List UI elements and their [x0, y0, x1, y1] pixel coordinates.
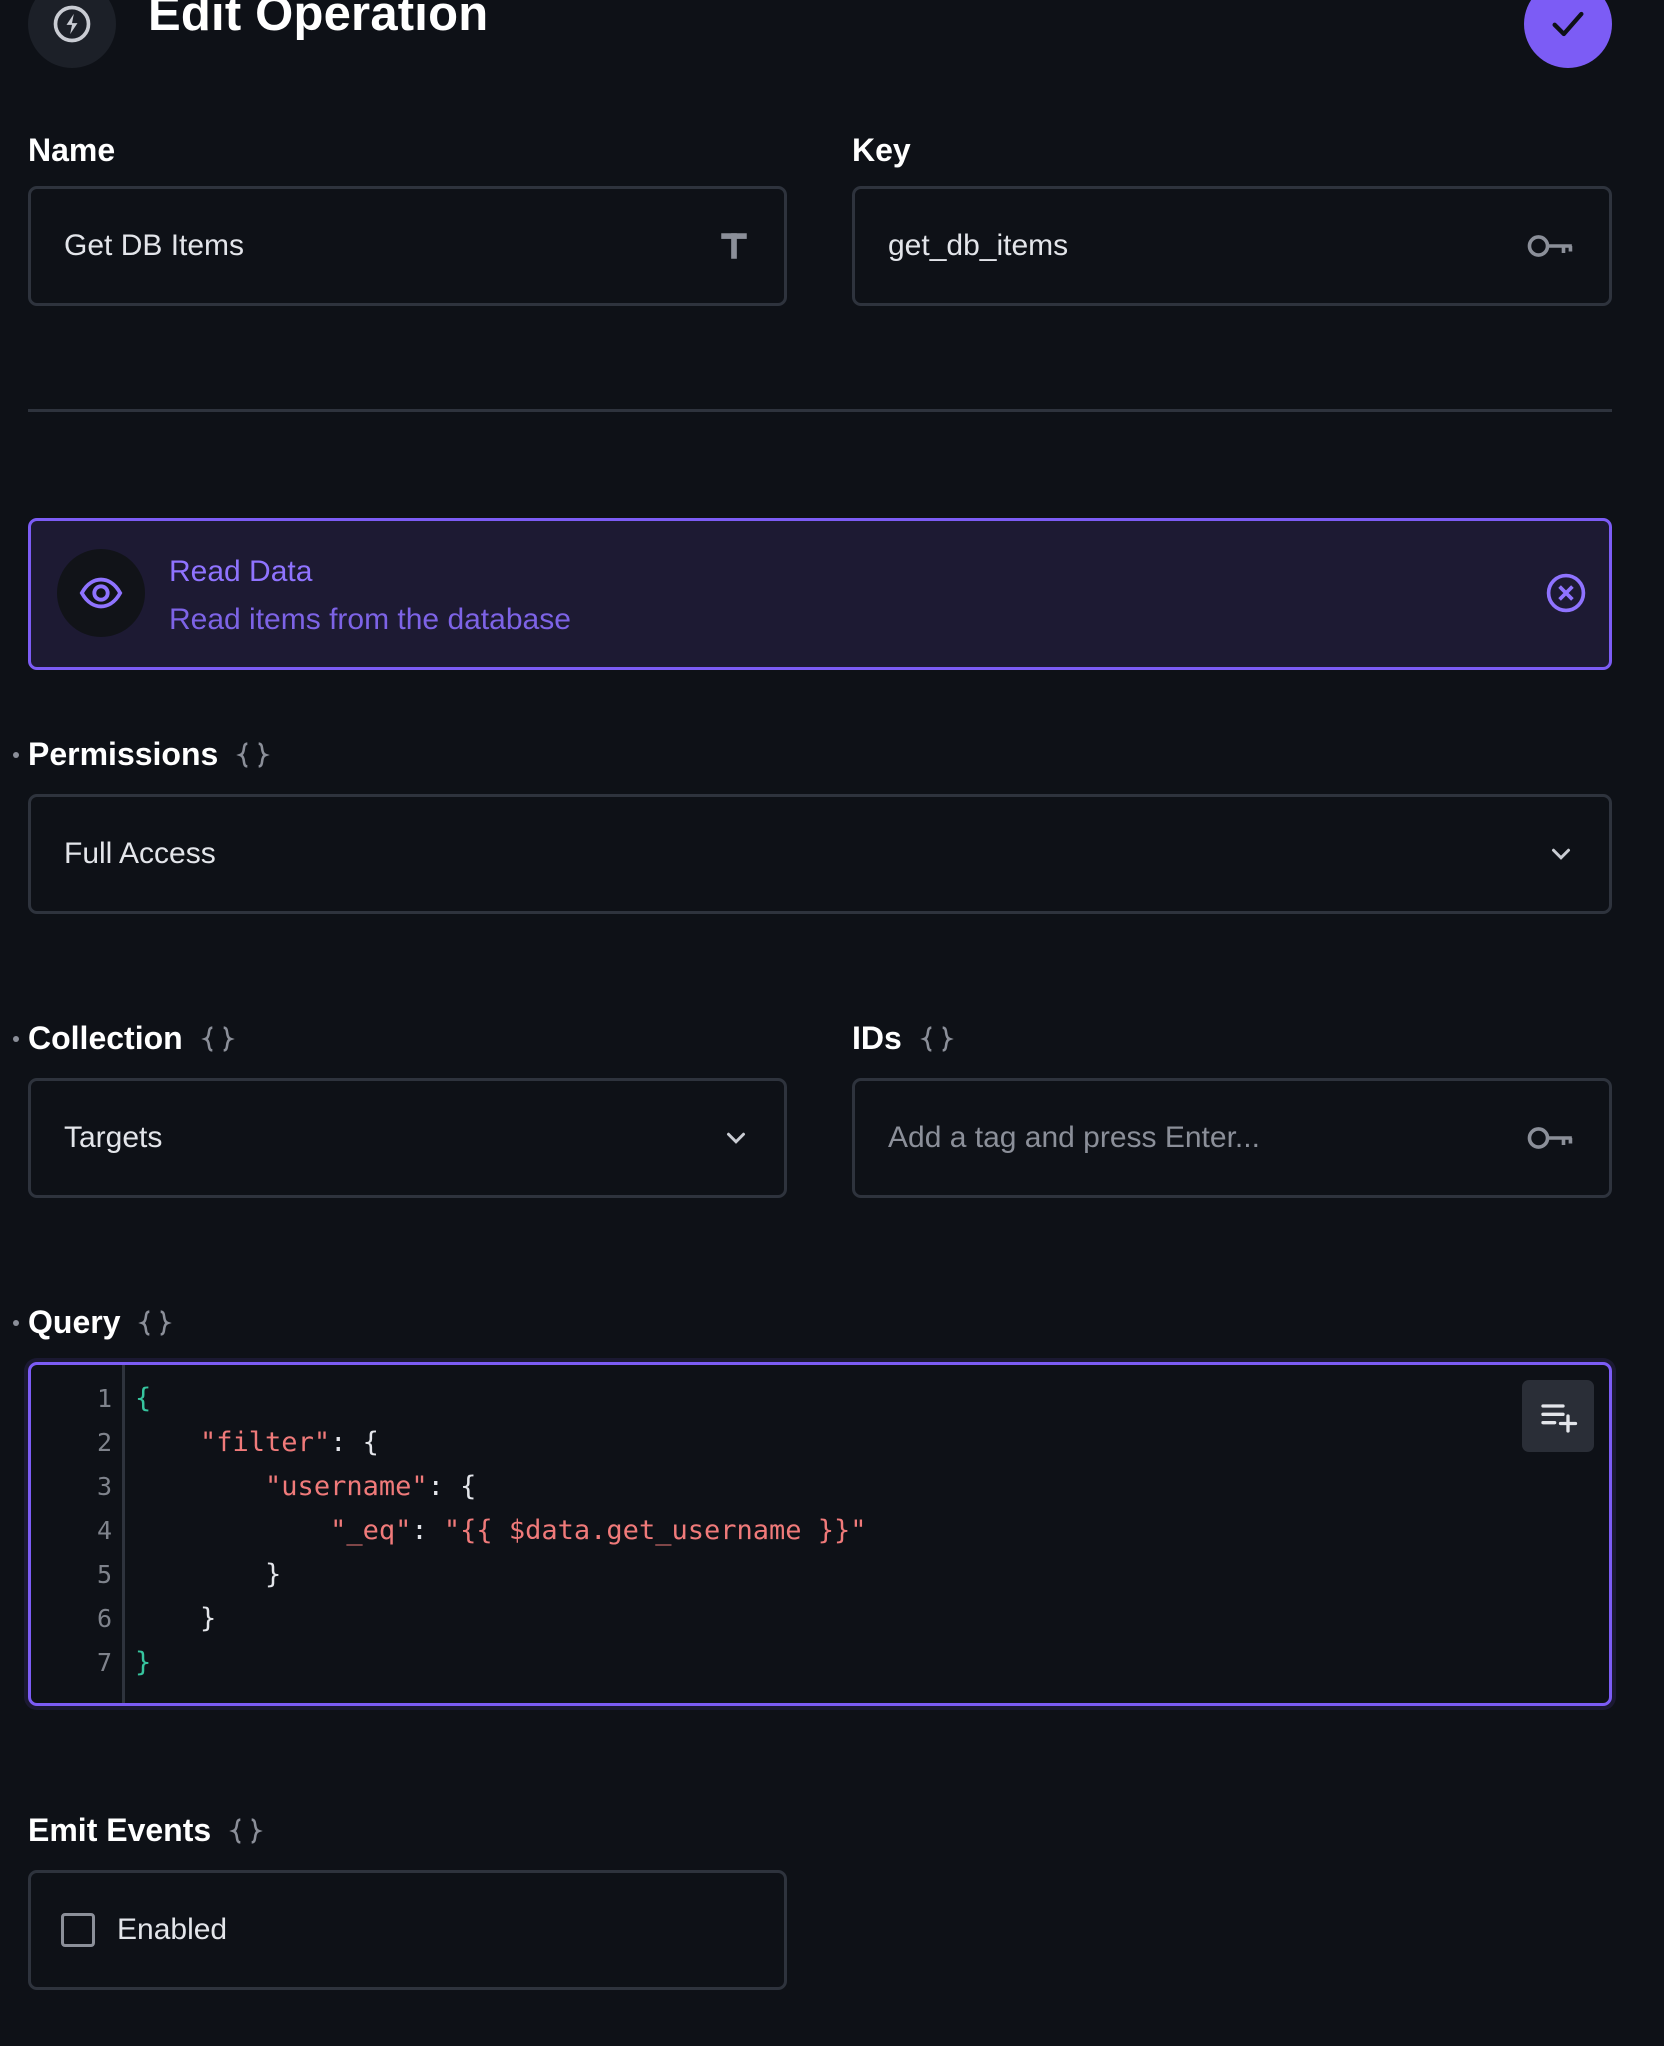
braces-icon[interactable] [229, 1816, 263, 1846]
code-line: "username": { [265, 1471, 477, 1502]
key-icon [1526, 1121, 1576, 1155]
divider [28, 409, 1612, 412]
close-circle-icon[interactable] [1538, 565, 1594, 621]
name-input[interactable]: Get DB Items [28, 186, 787, 306]
permissions-select[interactable]: Full Access [28, 794, 1612, 914]
chevron-down-icon [1546, 839, 1576, 869]
line-number: 5 [96, 1560, 112, 1589]
code-line: { [135, 1383, 152, 1414]
query-code-editor[interactable]: 1 2 3 4 5 6 7 { "filter": { "username": … [28, 1362, 1612, 1706]
required-indicator [13, 751, 19, 758]
required-indicator [13, 1035, 19, 1042]
bolt-icon [28, 0, 116, 68]
query-label: Query [13, 1304, 173, 1341]
required-indicator [13, 1319, 19, 1326]
name-label: Name [28, 132, 116, 168]
enabled-checkbox[interactable] [61, 1913, 95, 1947]
line-number: 1 [96, 1384, 112, 1413]
text-type-icon [717, 229, 751, 263]
playlist-add-icon [1541, 1404, 1578, 1433]
code-line: "_eq": "{{ $data.get_username }}" [330, 1515, 867, 1546]
insert-template-button[interactable] [1522, 1380, 1594, 1452]
braces-icon[interactable] [200, 1024, 235, 1054]
braces-icon[interactable] [920, 1024, 954, 1054]
code-line: } [200, 1603, 217, 1634]
emit-events-toggle[interactable]: Enabled [28, 1870, 787, 1990]
line-number: 3 [96, 1472, 112, 1501]
eye-icon [57, 549, 145, 637]
page-title: Edit Operation [148, 0, 489, 41]
braces-icon[interactable] [236, 740, 271, 770]
braces-icon[interactable] [138, 1308, 173, 1338]
ids-tag-input[interactable]: Add a tag and press Enter... [852, 1078, 1612, 1198]
permissions-value: Full Access [64, 837, 216, 870]
save-button[interactable] [1524, 0, 1612, 68]
key-label: Key [852, 132, 911, 168]
collection-select[interactable]: Targets [28, 1078, 787, 1198]
edit-operation-page: Edit Operation Name Get DB Items Key get… [0, 0, 1664, 2046]
collection-value: Targets [64, 1121, 163, 1154]
operation-title: Read Data [169, 555, 313, 588]
chevron-down-icon [721, 1123, 751, 1153]
line-number: 2 [96, 1428, 112, 1457]
key-value: get_db_items [888, 229, 1069, 262]
code-line: "filter": { [200, 1427, 379, 1458]
line-number: 4 [96, 1516, 112, 1545]
code-line: } [135, 1647, 152, 1678]
ids-placeholder: Add a tag and press Enter... [888, 1121, 1260, 1154]
operation-card[interactable]: Read Data Read items from the database [28, 518, 1612, 670]
operation-description: Read items from the database [169, 603, 571, 636]
line-number: 7 [96, 1648, 112, 1677]
key-icon [1526, 229, 1576, 263]
enabled-checkbox-label: Enabled [117, 1913, 228, 1946]
line-number-gutter: 1 2 3 4 5 6 7 [31, 1365, 125, 1703]
name-value: Get DB Items [64, 229, 245, 262]
check-icon [1552, 11, 1584, 37]
code-line: } [265, 1559, 282, 1590]
collection-label: Collection [13, 1020, 235, 1057]
ids-label: IDs [852, 1020, 954, 1057]
emit-events-label: Emit Events [28, 1812, 263, 1849]
permissions-label: Permissions [13, 736, 271, 773]
line-number: 6 [96, 1604, 112, 1633]
key-input[interactable]: get_db_items [852, 186, 1612, 306]
